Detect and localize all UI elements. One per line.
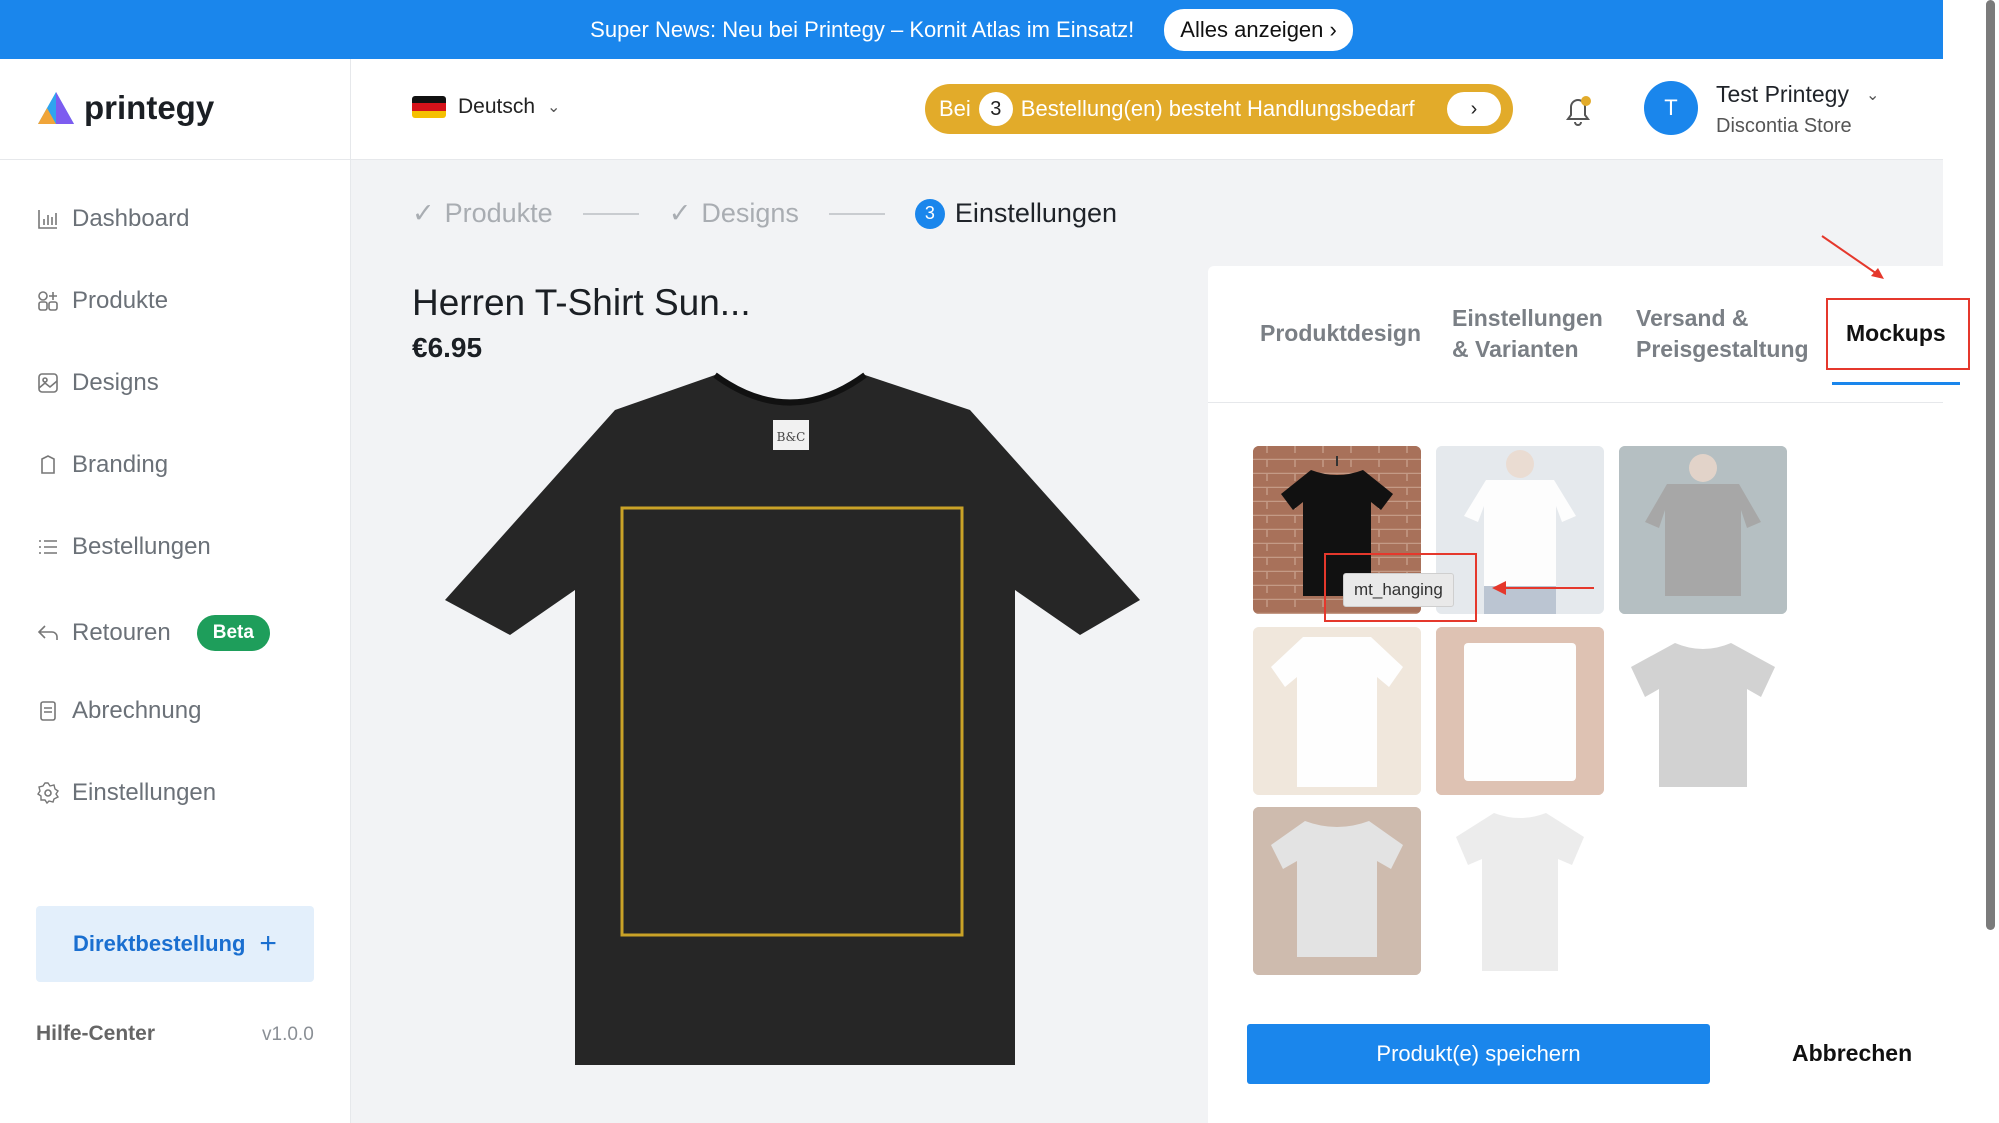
tab-produktdesign[interactable]: Produktdesign xyxy=(1260,318,1421,349)
brand-logo[interactable]: printegy xyxy=(36,89,214,127)
gear-icon xyxy=(37,782,60,805)
progress-steps: ✓ Produkte ✓ Designs 3 Einstellungen xyxy=(412,198,1117,229)
mockup-thumbnail-grey-table[interactable] xyxy=(1253,807,1421,975)
save-products-button[interactable]: Produkt(e) speichern xyxy=(1247,1024,1710,1084)
tab-versand-preisgestaltung[interactable]: Versand & Preisgestaltung xyxy=(1636,303,1809,365)
store-name: Discontia Store xyxy=(1716,115,1852,137)
annotation-arrow-icon xyxy=(1492,581,1594,595)
tab-einstellungen-varianten[interactable]: Einstellungen & Varianten xyxy=(1452,303,1603,365)
step-connector xyxy=(828,212,885,215)
action-required-banner[interactable]: Bei 3 Bestellung(en) besteht Handlungsbe… xyxy=(925,84,1513,134)
step-produkte[interactable]: ✓ Produkte xyxy=(412,198,553,229)
white-shirt-folded-image xyxy=(1436,627,1604,795)
white-shirt-plain-image xyxy=(1456,813,1584,971)
language-label: Deutsch xyxy=(458,95,536,118)
sidebar-item-bestellungen[interactable]: Bestellungen xyxy=(36,533,211,561)
step-label: Produkte xyxy=(444,198,553,228)
sidebar: Dashboard Produkte Designs Branding Best… xyxy=(0,160,351,1123)
cancel-button[interactable]: Abbrechen xyxy=(1792,1040,1912,1067)
step-connector xyxy=(582,212,639,215)
tab-label: Produktdesign xyxy=(1260,320,1422,346)
direct-order-button[interactable]: Direktbestellung + xyxy=(36,906,314,982)
news-text: Super News: Neu bei Printegy – Kornit At… xyxy=(590,16,1135,42)
mockup-thumbnail-grey-flat[interactable] xyxy=(1619,627,1787,795)
step-label: Designs xyxy=(701,198,799,228)
sidebar-item-label: Abrechnung xyxy=(72,697,202,724)
alert-go-button[interactable]: › xyxy=(1447,92,1501,126)
sidebar-item-label: Retouren xyxy=(72,619,171,646)
plus-icon: + xyxy=(259,927,277,960)
sidebar-item-abrechnung[interactable]: Abrechnung xyxy=(36,697,201,725)
tab-label: & Varianten xyxy=(1452,336,1579,362)
check-icon: ✓ xyxy=(412,198,435,228)
user-name[interactable]: Test Printegy xyxy=(1716,81,1849,108)
sidebar-item-einstellungen[interactable]: Einstellungen xyxy=(36,779,216,807)
image-icon xyxy=(38,373,58,393)
list-icon xyxy=(39,540,57,554)
alert-prefix: Bei xyxy=(939,96,971,121)
sidebar-item-label: Designs xyxy=(72,369,159,396)
show-all-button[interactable]: Alles anzeigen › xyxy=(1164,8,1353,51)
avatar[interactable]: T xyxy=(1644,81,1698,135)
sidebar-item-label: Einstellungen xyxy=(72,779,217,806)
product-title: Herren T-Shirt Sun... xyxy=(412,282,751,323)
mockup-thumbnail-white-wood[interactable] xyxy=(1253,627,1421,795)
alert-count-badge: 3 xyxy=(978,92,1013,126)
grid-icon xyxy=(38,291,58,311)
black-shirt-model-image xyxy=(1619,446,1787,614)
grey-shirt-flat-image xyxy=(1631,643,1775,787)
brand-name: printegy xyxy=(84,89,215,126)
sidebar-item-label: Branding xyxy=(72,451,169,478)
notification-bell-icon[interactable] xyxy=(1562,93,1594,127)
tag-icon xyxy=(41,455,55,474)
german-flag-icon xyxy=(412,96,446,118)
direct-order-label: Direktbestellung xyxy=(73,931,246,956)
language-selector[interactable]: Deutsch ⌄ xyxy=(412,95,560,119)
check-icon: ✓ xyxy=(668,198,692,228)
chevron-down-icon: ⌄ xyxy=(547,99,561,116)
mockup-thumbnail-white-plain[interactable] xyxy=(1436,807,1604,975)
news-banner: Super News: Neu bei Printegy – Kornit At… xyxy=(0,0,1943,59)
alert-text: Bestellung(en) besteht Handlungsbedarf xyxy=(1020,96,1415,121)
header-divider xyxy=(350,59,351,160)
sidebar-item-label: Produkte xyxy=(72,287,169,314)
sidebar-item-dashboard[interactable]: Dashboard xyxy=(36,205,189,233)
step-designs[interactable]: ✓ Designs xyxy=(669,198,799,229)
tab-label: Versand & xyxy=(1636,305,1749,331)
beta-badge: Beta xyxy=(196,615,270,651)
sidebar-item-designs[interactable]: Designs xyxy=(36,369,159,397)
sidebar-item-retouren[interactable]: Retouren Beta xyxy=(36,615,270,651)
annotation-highlight-tab xyxy=(1826,298,1970,370)
sidebar-item-produkte[interactable]: Produkte xyxy=(36,287,168,315)
sidebar-item-label: Dashboard xyxy=(72,205,190,232)
step-einstellungen[interactable]: 3 Einstellungen xyxy=(914,198,1117,229)
annotation-highlight-tooltip xyxy=(1324,553,1477,622)
product-preview-tshirt: B&C xyxy=(445,372,1140,1065)
chevron-down-icon[interactable]: ⌄ xyxy=(1866,85,1879,105)
tab-label: Einstellungen xyxy=(1452,305,1603,331)
brand-label-text: B&C xyxy=(777,430,806,444)
mockup-thumbnail-black-model[interactable] xyxy=(1619,446,1787,614)
version-label: v1.0.0 xyxy=(262,1024,314,1045)
active-tab-indicator xyxy=(1832,382,1960,385)
app-header: printegy Deutsch ⌄ Bei 3 Bestellung(en) … xyxy=(0,59,1943,160)
sidebar-item-branding[interactable]: Branding xyxy=(36,451,168,479)
annotation-arrow-icon xyxy=(1821,235,1884,279)
mockup-thumbnail-white-folded[interactable] xyxy=(1436,627,1604,795)
chart-icon xyxy=(38,210,57,229)
step-label: Einstellungen xyxy=(954,198,1117,228)
scrollbar-thumb[interactable] xyxy=(1986,0,1995,930)
receipt-icon xyxy=(40,701,56,721)
return-icon xyxy=(37,625,58,640)
white-shirt-wood-image xyxy=(1253,627,1421,795)
grey-shirt-table-image xyxy=(1253,807,1421,975)
product-price: €6.95 xyxy=(412,332,483,363)
tab-label: Preisgestaltung xyxy=(1636,336,1809,362)
printegy-logo-icon xyxy=(38,92,74,124)
sidebar-item-label: Bestellungen xyxy=(72,533,211,560)
step-number-badge: 3 xyxy=(914,198,945,229)
help-center-link[interactable]: Hilfe-Center xyxy=(36,1022,155,1046)
